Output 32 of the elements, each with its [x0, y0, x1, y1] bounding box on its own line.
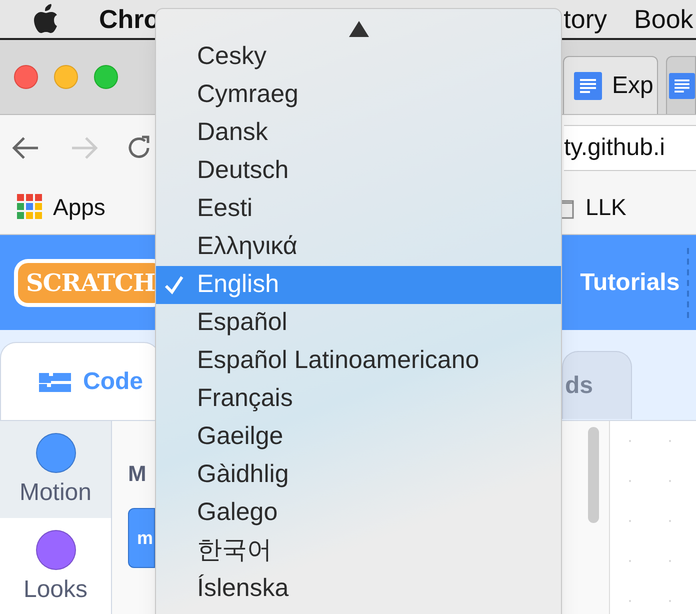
browser-tab[interactable] — [666, 56, 696, 114]
language-option[interactable]: Eesti — [156, 190, 561, 228]
language-option[interactable]: Cymraeg — [156, 76, 561, 114]
language-option[interactable]: Gàidhlig — [156, 456, 561, 494]
browser-tab[interactable]: Exp — [563, 56, 658, 114]
menu-item[interactable]: Book — [634, 0, 694, 38]
category-button[interactable]: Motion — [0, 421, 111, 518]
code-blocks-icon — [39, 370, 71, 392]
document-icon — [669, 72, 695, 100]
language-option[interactable]: Cesky — [156, 38, 561, 76]
zoom-window-button[interactable] — [94, 65, 118, 89]
scrollbar-thumb[interactable] — [588, 427, 599, 523]
language-option[interactable]: Dansk — [156, 114, 561, 152]
menu-item[interactable]: tory — [564, 0, 608, 38]
forward-icon[interactable] — [70, 136, 98, 160]
address-field[interactable]: ty.github.i — [564, 124, 696, 170]
document-icon — [574, 72, 602, 100]
bookmark[interactable]: Apps — [17, 190, 106, 224]
language-option[interactable]: 한국어 — [156, 532, 561, 570]
language-option[interactable]: Deutsch — [156, 152, 561, 190]
close-window-button[interactable] — [14, 65, 38, 89]
apps-grid-icon — [17, 194, 43, 220]
palette-heading: M — [128, 460, 148, 488]
back-icon[interactable] — [12, 136, 40, 160]
language-option[interactable]: Galego — [156, 494, 561, 532]
language-option[interactable]: Español — [156, 304, 561, 342]
scroll-up-icon[interactable] — [348, 21, 368, 37]
checkmark-icon — [164, 275, 184, 295]
language-option[interactable]: Gaeilge — [156, 418, 561, 456]
apple-icon — [33, 4, 59, 34]
language-option[interactable]: Íslenska — [156, 570, 561, 608]
minimize-window-button[interactable] — [54, 65, 78, 89]
